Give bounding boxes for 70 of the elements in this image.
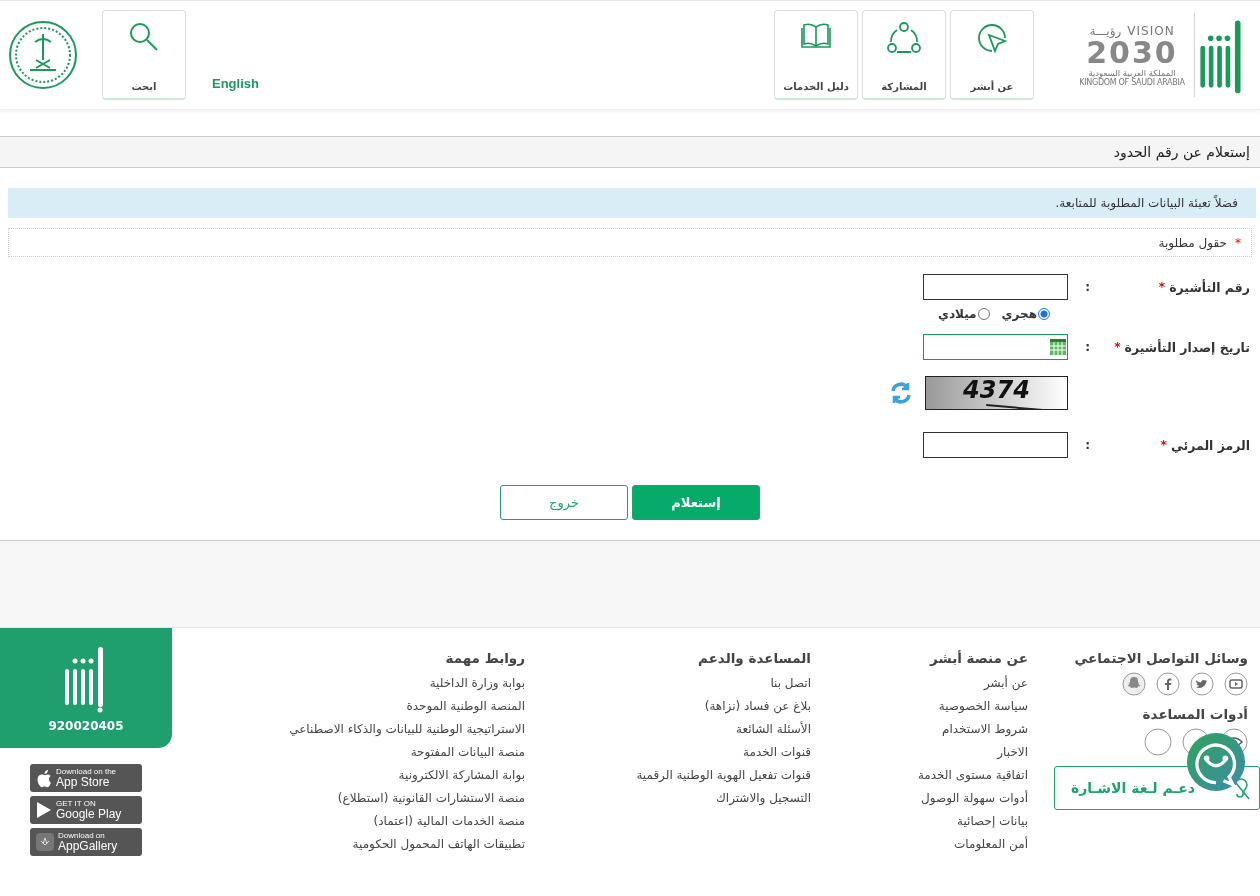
apple-icon — [36, 768, 52, 788]
colon: : — [1084, 340, 1090, 354]
play-icon — [36, 801, 52, 819]
info-message: فضلاً تعبئة البيانات المطلوبة للمتابعة. — [8, 188, 1256, 218]
search-icon — [128, 21, 160, 53]
app-gallery-icon — [36, 833, 54, 851]
footer-link[interactable]: بوابة وزارة الداخلية — [195, 672, 525, 695]
footer-heading: المساعدة والدعم — [697, 650, 811, 666]
nav-button[interactable]: عن أبشر — [950, 10, 1034, 100]
nav-button[interactable]: دليل الخدمات — [774, 10, 858, 100]
book-icon — [800, 21, 832, 49]
footer-link[interactable]: سياسة الخصوصية — [811, 695, 1028, 718]
footer-link[interactable]: الاستراتيجية الوطنية للبيانات والذكاء الاصطناعي — [195, 718, 525, 741]
footer-link[interactable]: اتصل بنا — [525, 672, 811, 695]
store-badge[interactable]: GET IT ON Google Play — [30, 796, 142, 824]
share-icon — [886, 21, 922, 55]
footer-link[interactable]: منصة البيانات المفتوحة — [195, 741, 525, 764]
date-field[interactable] — [923, 334, 1068, 360]
required-mark: * — [1114, 339, 1121, 355]
footer-link[interactable]: الأسئلة الشائعة — [525, 718, 811, 741]
field-label: رقم التأشيرة — [1169, 279, 1250, 295]
footer-link[interactable]: منصة الخدمات المالية (اعتماد) — [195, 810, 525, 833]
youtube-icon[interactable] — [1224, 672, 1248, 696]
footer-heading: عن منصة أبشر — [928, 650, 1028, 666]
footer-link[interactable]: شروط الاستخدام — [811, 718, 1028, 741]
footer-heading: روابط مهمة — [444, 650, 525, 666]
footer-link[interactable]: أدوات سهولة الوصول — [811, 787, 1028, 810]
store-badge[interactable]: Download on AppGallery — [30, 828, 142, 856]
date-type-radio[interactable]: هجري — [1001, 307, 1050, 321]
page-title: إستعلام عن رقم الحدود — [1113, 144, 1250, 160]
footer-link[interactable]: بلاغ عن فساد (نزاهة) — [525, 695, 811, 718]
required-mark: * — [1158, 279, 1166, 295]
refresh-icon[interactable] — [889, 381, 913, 405]
input-field[interactable] — [923, 274, 1068, 300]
captcha-image: 4374 — [925, 376, 1068, 410]
footer-link[interactable]: أمن المعلومات — [811, 833, 1028, 856]
footer-link[interactable]: المنصة الوطنية الموحدة — [195, 695, 525, 718]
required-note: حقول مطلوبة — [1158, 235, 1227, 250]
footer-link[interactable]: منصة الاستشارات القانونية (استطلاع) — [195, 787, 525, 810]
emblem-logo[interactable] — [8, 20, 78, 90]
footer-link[interactable]: بوابة المشاركة الالكترونية — [195, 764, 525, 787]
input-field[interactable] — [923, 432, 1068, 458]
colon: : — [1084, 280, 1090, 294]
bird-icon[interactable] — [1190, 672, 1214, 696]
footer-link[interactable]: قنوات الخدمة — [525, 741, 811, 764]
footer-link[interactable]: بيانات إحصائية — [811, 810, 1028, 833]
search-button[interactable]: ابحث — [102, 10, 186, 100]
required-mark: * — [1235, 235, 1241, 250]
footer-link[interactable]: تطبيقات الهاتف المحمول الحكومية — [195, 833, 525, 856]
date-type-radio[interactable]: ميلادي — [937, 307, 990, 321]
footer-link[interactable]: الاخبار — [811, 741, 1028, 764]
colon: : — [1084, 438, 1090, 452]
calendar-icon[interactable] — [1050, 339, 1066, 355]
language-link[interactable]: English — [212, 75, 259, 91]
cursor-icon — [975, 21, 1009, 55]
footer-heading: أدوات المساعدة — [1141, 706, 1248, 722]
footer-link[interactable]: عن أبشر — [811, 672, 1028, 695]
footer-link[interactable]: التسجيل والاشتراك — [525, 787, 811, 810]
required-mark: * — [1160, 437, 1167, 453]
footer-link[interactable]: اتفاقية مستوى الخدمة — [811, 764, 1028, 787]
phone-number: 920020405 — [48, 719, 124, 733]
nav-button[interactable]: المشاركة — [862, 10, 946, 100]
facebook-icon[interactable] — [1156, 672, 1180, 696]
footer-link[interactable]: قنوات تفعيل الهوية الوطنية الرقمية — [525, 764, 811, 787]
field-label: تاريخ إصدار التأشيرة — [1124, 339, 1250, 355]
ghost-icon[interactable] — [1122, 672, 1146, 696]
footer-heading: وسائل التواصل الاجتماعي — [1073, 650, 1248, 666]
store-badge[interactable]: Download on the App Store — [30, 764, 142, 792]
tool-circle-icon[interactable] — [1144, 728, 1172, 756]
field-label: الرمز المرئي — [1170, 437, 1250, 453]
